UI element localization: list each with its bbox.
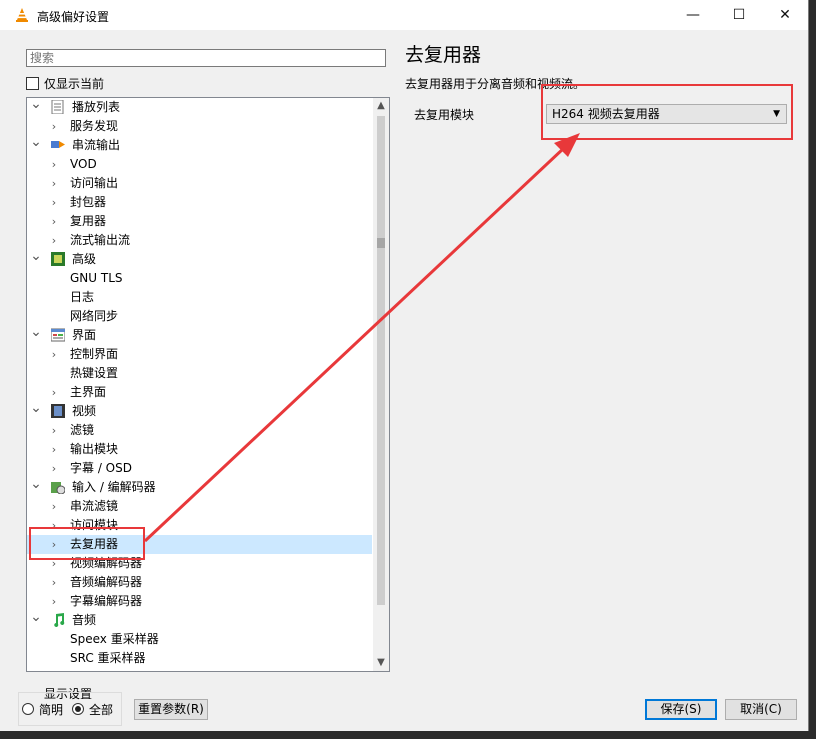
preferences-window: 高级偏好设置 — ☐ ✕ 仅显示当前 ▲ ▼ ⌄播放列表›服务发现⌄串流输出›V… [0, 0, 809, 731]
radio-simple-label: 简明 [39, 703, 64, 717]
radio-all-label: 全部 [89, 703, 114, 717]
radio-all[interactable] [72, 703, 84, 715]
reset-preferences-button[interactable]: 重置参数(R) [134, 699, 208, 720]
save-button[interactable]: 保存(S) [645, 699, 717, 720]
cancel-button[interactable]: 取消(C) [725, 699, 797, 720]
annotation-arrow [143, 133, 580, 543]
radio-simple[interactable] [22, 703, 34, 715]
